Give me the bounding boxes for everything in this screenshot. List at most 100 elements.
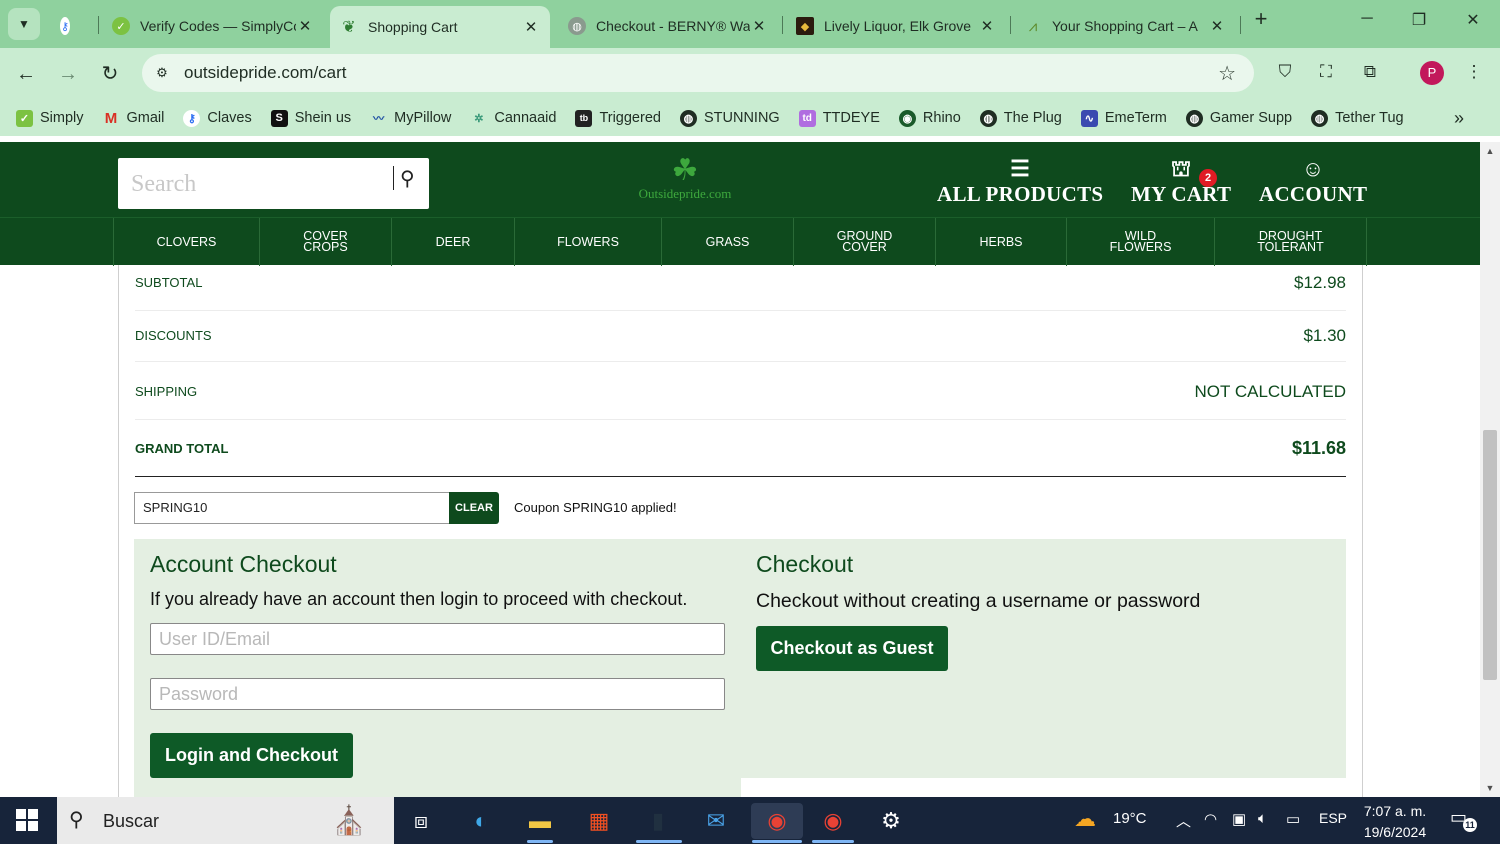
language-indicator[interactable]: ESP bbox=[1319, 810, 1347, 826]
discounts-label: DISCOUNTS bbox=[135, 328, 212, 343]
cannaaid-icon: ✲ bbox=[474, 112, 484, 125]
volume-icon[interactable]: 🔈︎ bbox=[1258, 810, 1267, 827]
tab-title: Your Shopping Cart – A bbox=[1052, 18, 1198, 34]
simplycodes-icon: ✓ bbox=[112, 17, 130, 35]
guest-checkout-heading: Checkout bbox=[756, 551, 854, 577]
scroll-down-arrow-icon[interactable]: ▼ bbox=[1480, 783, 1500, 793]
coupon-clear-button[interactable]: CLEAR bbox=[449, 492, 499, 524]
category-wild-flowers[interactable]: WILD FLOWERS bbox=[1067, 218, 1215, 266]
all-products-link[interactable]: ☰ ALL PRODUCTS bbox=[937, 156, 1103, 207]
close-tab-icon[interactable]: ✕ bbox=[1208, 17, 1226, 35]
restore-button[interactable]: ❐ bbox=[1404, 10, 1434, 30]
unknown-app-icon[interactable]: ▮ bbox=[640, 803, 676, 839]
mail-icon[interactable]: ✉ bbox=[698, 803, 734, 839]
close-tab-icon[interactable]: ✕ bbox=[750, 17, 768, 35]
category-ground-cover[interactable]: GROUND COVER bbox=[794, 218, 936, 266]
bookmark-simply[interactable]: ✓ Simply bbox=[16, 109, 84, 127]
windows-start-button[interactable] bbox=[16, 809, 38, 831]
bookmark-label: Cannaaid bbox=[494, 110, 557, 126]
taskbar-search-box[interactable]: ⚲ Buscar ⛪ bbox=[57, 797, 394, 844]
site-logo[interactable]: ☘ Outsidepride.com bbox=[620, 156, 750, 206]
category-drought-tolerant[interactable]: DROUGHT TOLERANT bbox=[1215, 218, 1367, 266]
category-label: DEER bbox=[435, 234, 471, 249]
bookmark-shein[interactable]: S Shein us bbox=[270, 109, 351, 127]
shield-extension-icon[interactable]: ⛉ bbox=[1273, 62, 1297, 86]
tab-search-button[interactable]: ▼ bbox=[8, 8, 40, 40]
bookmark-mypillow[interactable]: 〰 MyPillow bbox=[370, 110, 451, 127]
pinned-tab[interactable]: ⚷ bbox=[50, 6, 90, 46]
category-flowers[interactable]: FLOWERS bbox=[515, 218, 662, 266]
weather-icon[interactable]: ☁ bbox=[1074, 806, 1096, 832]
microsoft-store-icon[interactable]: ▦ bbox=[581, 803, 617, 839]
more-bookmarks-icon[interactable]: » bbox=[1454, 108, 1464, 129]
bookmark-the-plug[interactable]: ◍ The Plug bbox=[979, 109, 1062, 127]
chrome-profile-p-icon[interactable]: ◉ bbox=[751, 803, 803, 839]
url-text[interactable]: outsidepride.com/cart bbox=[184, 63, 347, 83]
settings-gear-icon[interactable]: ⚙ bbox=[873, 803, 909, 839]
close-tab-icon[interactable]: ✕ bbox=[522, 18, 540, 36]
logo-leaf-icon: ☘ bbox=[671, 154, 699, 187]
search-icon[interactable]: ⚲ bbox=[400, 166, 415, 191]
category-herbs[interactable]: HERBS bbox=[936, 218, 1067, 266]
profile-avatar[interactable]: P bbox=[1420, 61, 1444, 85]
tab-lively-liquor[interactable]: ◆ Lively Liquor, Elk Grove ✕ bbox=[786, 6, 1006, 46]
checkout-as-guest-button[interactable]: Checkout as Guest bbox=[756, 626, 948, 671]
scroll-up-arrow-icon[interactable]: ▲ bbox=[1480, 146, 1500, 156]
close-tab-icon[interactable]: ✕ bbox=[978, 17, 996, 35]
wifi-icon[interactable]: ◠ bbox=[1204, 810, 1217, 828]
all-products-label: ALL PRODUCTS bbox=[937, 182, 1104, 206]
tab-verify-codes[interactable]: ✓ Verify Codes — SimplyCodes ✕ bbox=[102, 6, 324, 46]
bookmark-rhino[interactable]: ◉ Rhino bbox=[898, 109, 961, 127]
category-cover-crops[interactable]: COVER CROPS bbox=[260, 218, 392, 266]
extensions-icon[interactable]: ⧉ bbox=[1358, 62, 1382, 86]
camera-icon[interactable]: ▣ bbox=[1232, 810, 1246, 828]
address-bar[interactable]: ⚙ outsidepride.com/cart ☆ bbox=[142, 54, 1254, 92]
screenshot-icon[interactable]: ⛶ bbox=[1314, 62, 1338, 86]
bookmark-gamer-supp[interactable]: ◍ Gamer Supp bbox=[1185, 109, 1292, 127]
bookmark-ttdeye[interactable]: td TTDEYE bbox=[798, 109, 880, 127]
site-info-icon[interactable]: ⚙ bbox=[152, 63, 172, 83]
reload-button[interactable]: ↻ bbox=[96, 60, 124, 88]
bookmark-claves[interactable]: ⚷ Claves bbox=[183, 109, 252, 127]
scrollbar-thumb[interactable] bbox=[1483, 430, 1497, 680]
file-explorer-icon[interactable]: ▬ bbox=[522, 803, 558, 839]
task-view-icon[interactable]: ⧈ bbox=[403, 803, 439, 839]
category-grass[interactable]: GRASS bbox=[662, 218, 794, 266]
password-input[interactable]: Password bbox=[150, 678, 725, 710]
tab-shopping-cart[interactable]: ❦ Shopping Cart ✕ bbox=[330, 6, 550, 48]
page-scrollbar[interactable]: ▲ ▼ bbox=[1480, 142, 1500, 797]
bookmark-emeterm[interactable]: ∿ EmeTerm bbox=[1080, 109, 1167, 127]
weather-temp[interactable]: 19°C bbox=[1113, 810, 1147, 827]
bookmark-star-icon[interactable]: ☆ bbox=[1218, 61, 1236, 86]
coupon-code-input[interactable]: SPRING10 bbox=[134, 492, 449, 524]
bookmark-triggered[interactable]: tb Triggered bbox=[575, 109, 661, 127]
login-and-checkout-button[interactable]: Login and Checkout bbox=[150, 733, 353, 778]
bookmark-stunning[interactable]: ◍ STUNNING bbox=[679, 109, 780, 127]
taskbar-clock[interactable]: 7:07 a. m. 19/6/2024 bbox=[1360, 801, 1430, 843]
bookmark-cannaaid[interactable]: ✲ Cannaaid bbox=[470, 110, 556, 127]
tray-overflow-chevron-icon[interactable]: ︿ bbox=[1176, 810, 1191, 831]
back-button[interactable]: ← bbox=[12, 60, 40, 88]
edge-browser-icon[interactable]: ◐ bbox=[463, 803, 499, 839]
bookmark-gmail[interactable]: M Gmail bbox=[103, 110, 165, 127]
tab-checkout-berny[interactable]: ◍ Checkout - BERNY® Walking ✕ bbox=[558, 6, 778, 46]
my-cart-label: MY CART bbox=[1131, 182, 1232, 206]
site-header: Search ⚲ ☘ Outsidepride.com ☰ ALL PRODUC… bbox=[0, 142, 1480, 217]
site-search-input[interactable]: Search ⚲ bbox=[118, 158, 429, 209]
close-window-button[interactable]: ✕ bbox=[1458, 10, 1488, 30]
new-tab-button[interactable]: + bbox=[1246, 6, 1276, 32]
category-clovers[interactable]: CLOVERS bbox=[113, 218, 260, 266]
tab-your-shopping-cart[interactable]: ⩘ Your Shopping Cart – A ✕ bbox=[1014, 6, 1236, 46]
panel-divider bbox=[741, 778, 1346, 797]
notification-center-icon[interactable]: ▭ 11 bbox=[1450, 807, 1477, 833]
minimize-button[interactable]: ─ bbox=[1352, 10, 1382, 28]
category-deer[interactable]: DEER bbox=[392, 218, 515, 266]
user-email-input[interactable]: User ID/Email bbox=[150, 623, 725, 655]
account-link[interactable]: ☺ ACCOUNT bbox=[1259, 156, 1367, 207]
menu-kebab-icon[interactable]: ⋮ bbox=[1462, 62, 1486, 86]
bookmark-tether-tug[interactable]: ◍ Tether Tug bbox=[1311, 109, 1404, 127]
forward-button[interactable]: → bbox=[54, 60, 82, 88]
close-tab-icon[interactable]: ✕ bbox=[296, 17, 314, 35]
battery-icon[interactable]: ▭ bbox=[1286, 810, 1300, 828]
chrome-profile-r-icon[interactable]: ◉ bbox=[815, 803, 851, 839]
